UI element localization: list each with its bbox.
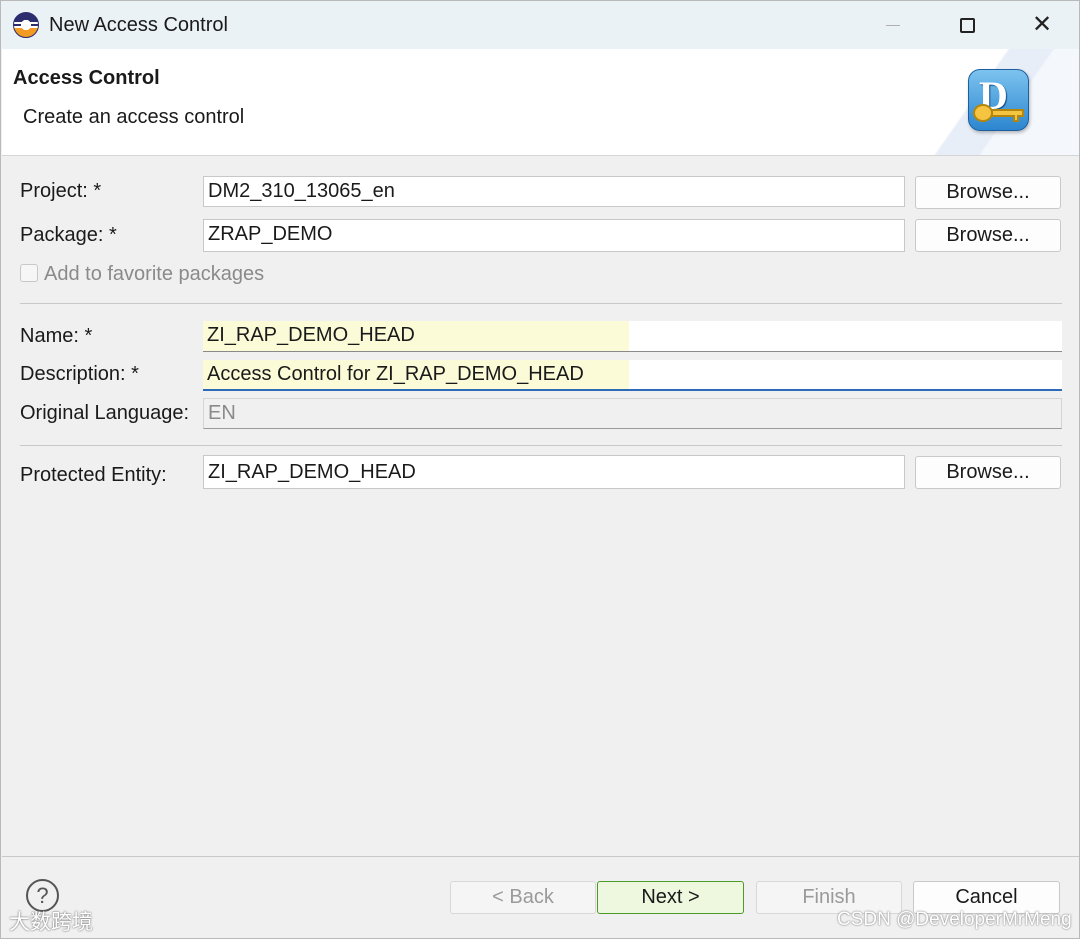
separator-2 (20, 445, 1062, 446)
name-field[interactable]: ZI_RAP_DEMO_HEAD (203, 321, 1062, 352)
protected-entity-browse-button[interactable]: Browse... (915, 456, 1061, 489)
next-button[interactable]: Next > (597, 881, 744, 914)
wizard-header: Access Control Create an access control … (2, 49, 1079, 156)
name-label: Name: * (20, 325, 93, 347)
minimize-icon (886, 24, 900, 26)
new-access-control-dialog: New Access Control ✕ Access Control Crea… (0, 0, 1080, 939)
original-language-field: EN (203, 398, 1062, 429)
project-field[interactable]: DM2_310_13065_en (203, 176, 905, 207)
watermark-right: CSDN @DeveloperMrMeng (837, 909, 1072, 930)
title-bar[interactable]: New Access Control ✕ (1, 1, 1079, 49)
project-label: Project: * (20, 180, 102, 202)
eclipse-icon (13, 12, 39, 38)
watermark-left: 大数跨境 (9, 911, 93, 934)
package-browse-button[interactable]: Browse... (915, 219, 1061, 252)
access-control-key-icon: D (968, 69, 1029, 131)
package-label: Package: * (20, 224, 117, 246)
favorite-packages-label: Add to favorite packages (44, 263, 265, 285)
package-field[interactable]: ZRAP_DEMO (203, 219, 905, 252)
project-browse-button[interactable]: Browse... (915, 176, 1061, 209)
protected-entity-label: Protected Entity: (20, 464, 167, 486)
favorite-packages-checkbox[interactable] (20, 264, 38, 282)
close-button[interactable]: ✕ (1006, 1, 1078, 49)
description-field[interactable]: Access Control for ZI_RAP_DEMO_HEAD (203, 360, 1062, 391)
original-language-label: Original Language: (20, 402, 190, 424)
key-bow (973, 104, 993, 122)
maximize-icon (959, 17, 975, 33)
page-title: Access Control (13, 67, 160, 89)
description-label: Description: * (20, 363, 139, 385)
protected-entity-field[interactable]: ZI_RAP_DEMO_HEAD (203, 455, 905, 489)
page-subtitle: Create an access control (23, 106, 245, 128)
key-shaft (991, 109, 1024, 117)
close-icon: ✕ (1031, 11, 1053, 38)
footer-separator (2, 856, 1079, 857)
separator-1 (20, 303, 1062, 304)
window-title: New Access Control (49, 14, 228, 36)
minimize-button[interactable] (857, 1, 929, 49)
maximize-button[interactable] (931, 1, 1003, 49)
back-button[interactable]: < Back (450, 881, 596, 914)
key-tooth (1013, 115, 1019, 122)
